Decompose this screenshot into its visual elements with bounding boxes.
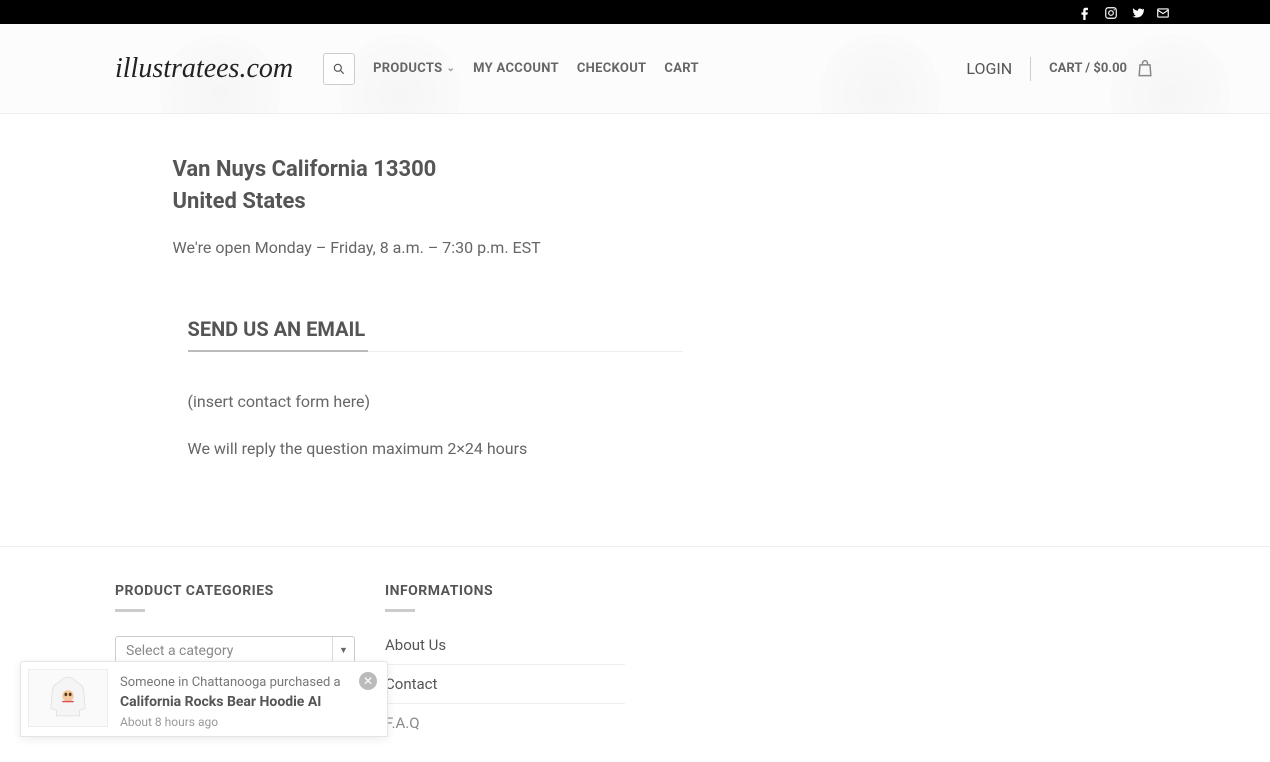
site-logo[interactable]: illustratees.com <box>115 53 293 85</box>
sales-popup-city: Chattanooga <box>192 675 267 690</box>
info-links: About Us Contact F.A.Q <box>385 636 625 742</box>
info-heading: INFORMATIONS <box>385 583 625 599</box>
close-icon: ✕ <box>363 674 373 688</box>
categories-heading: PRODUCT CATEGORIES <box>115 583 355 599</box>
category-select-placeholder: Select a category <box>126 643 233 659</box>
cart-link[interactable]: CART / $0.00 <box>1049 59 1155 79</box>
info-link-contact[interactable]: Contact <box>385 665 625 704</box>
facebook-icon[interactable] <box>1078 5 1092 19</box>
nav-my-account[interactable]: MY ACCOUNT <box>473 61 559 76</box>
nav-products[interactable]: PRODUCTS ⌄ <box>373 61 455 76</box>
info-link-about[interactable]: About Us <box>385 636 625 665</box>
cart-amount: 0.00 <box>1101 61 1127 76</box>
cart-currency: $ <box>1093 61 1100 76</box>
topbar <box>0 0 1270 24</box>
nav-checkout[interactable]: CHECKOUT <box>577 61 647 76</box>
sales-popup-time: About 8 hours ago <box>120 715 380 729</box>
email-heading: SEND US AN EMAIL <box>188 317 683 351</box>
nav-right: LOGIN CART / $0.00 <box>966 57 1155 81</box>
info-link-faq[interactable]: F.A.Q <box>385 704 625 742</box>
sales-popup-thumbnail[interactable] <box>28 669 108 727</box>
header: illustratees.com PRODUCTS ⌄ MY ACCOUNT C… <box>0 24 1270 114</box>
search-button[interactable] <box>323 53 355 85</box>
cart-label-text: CART / <box>1049 61 1093 76</box>
nav-products-label: PRODUCTS <box>373 61 442 76</box>
main-nav: PRODUCTS ⌄ MY ACCOUNT CHECKOUT CART <box>323 53 699 85</box>
reply-note: We will reply the question maximum 2×24 … <box>188 439 683 458</box>
hours-text: We're open Monday – Friday, 8 a.m. – 7:3… <box>173 238 1098 257</box>
instagram-icon[interactable] <box>1104 5 1118 19</box>
email-section: SEND US AN EMAIL (insert contact form he… <box>188 317 683 458</box>
login-link[interactable]: LOGIN <box>966 59 1012 78</box>
twitter-icon[interactable] <box>1130 5 1144 19</box>
sales-popup-post: purchased a <box>266 675 340 690</box>
heading-underline <box>188 351 683 352</box>
mail-icon[interactable] <box>1156 5 1170 19</box>
search-icon <box>332 62 346 76</box>
sales-popup-product[interactable]: California Rocks Bear Hoodie AI <box>120 694 380 711</box>
sales-popup-line1: Someone in Chattanooga purchased a <box>120 675 380 690</box>
address-block: Van Nuys California 13300 United States <box>173 154 1098 218</box>
chevron-down-icon: ⌄ <box>446 63 455 74</box>
nav-cart[interactable]: CART <box>664 61 698 76</box>
footer-info-col: INFORMATIONS About Us Contact F.A.Q <box>385 583 625 742</box>
address-line-1: Van Nuys California 13300 <box>173 154 1098 186</box>
sales-popup-text: Someone in Chattanooga purchased a Calif… <box>120 669 380 729</box>
contact-form-placeholder: (insert contact form here) <box>188 392 683 411</box>
shopping-bag-icon <box>1135 59 1155 79</box>
cart-label: CART / $0.00 <box>1049 61 1127 76</box>
sales-popup-pre: Someone in <box>120 675 192 690</box>
address-line-2: United States <box>173 186 1098 218</box>
main-content: Van Nuys California 13300 United States … <box>58 114 1213 546</box>
heading-underline <box>115 609 145 612</box>
nav-divider <box>1030 57 1031 81</box>
hoodie-icon <box>43 673 93 723</box>
sales-popup: Someone in Chattanooga purchased a Calif… <box>20 661 388 737</box>
heading-underline <box>385 609 415 612</box>
